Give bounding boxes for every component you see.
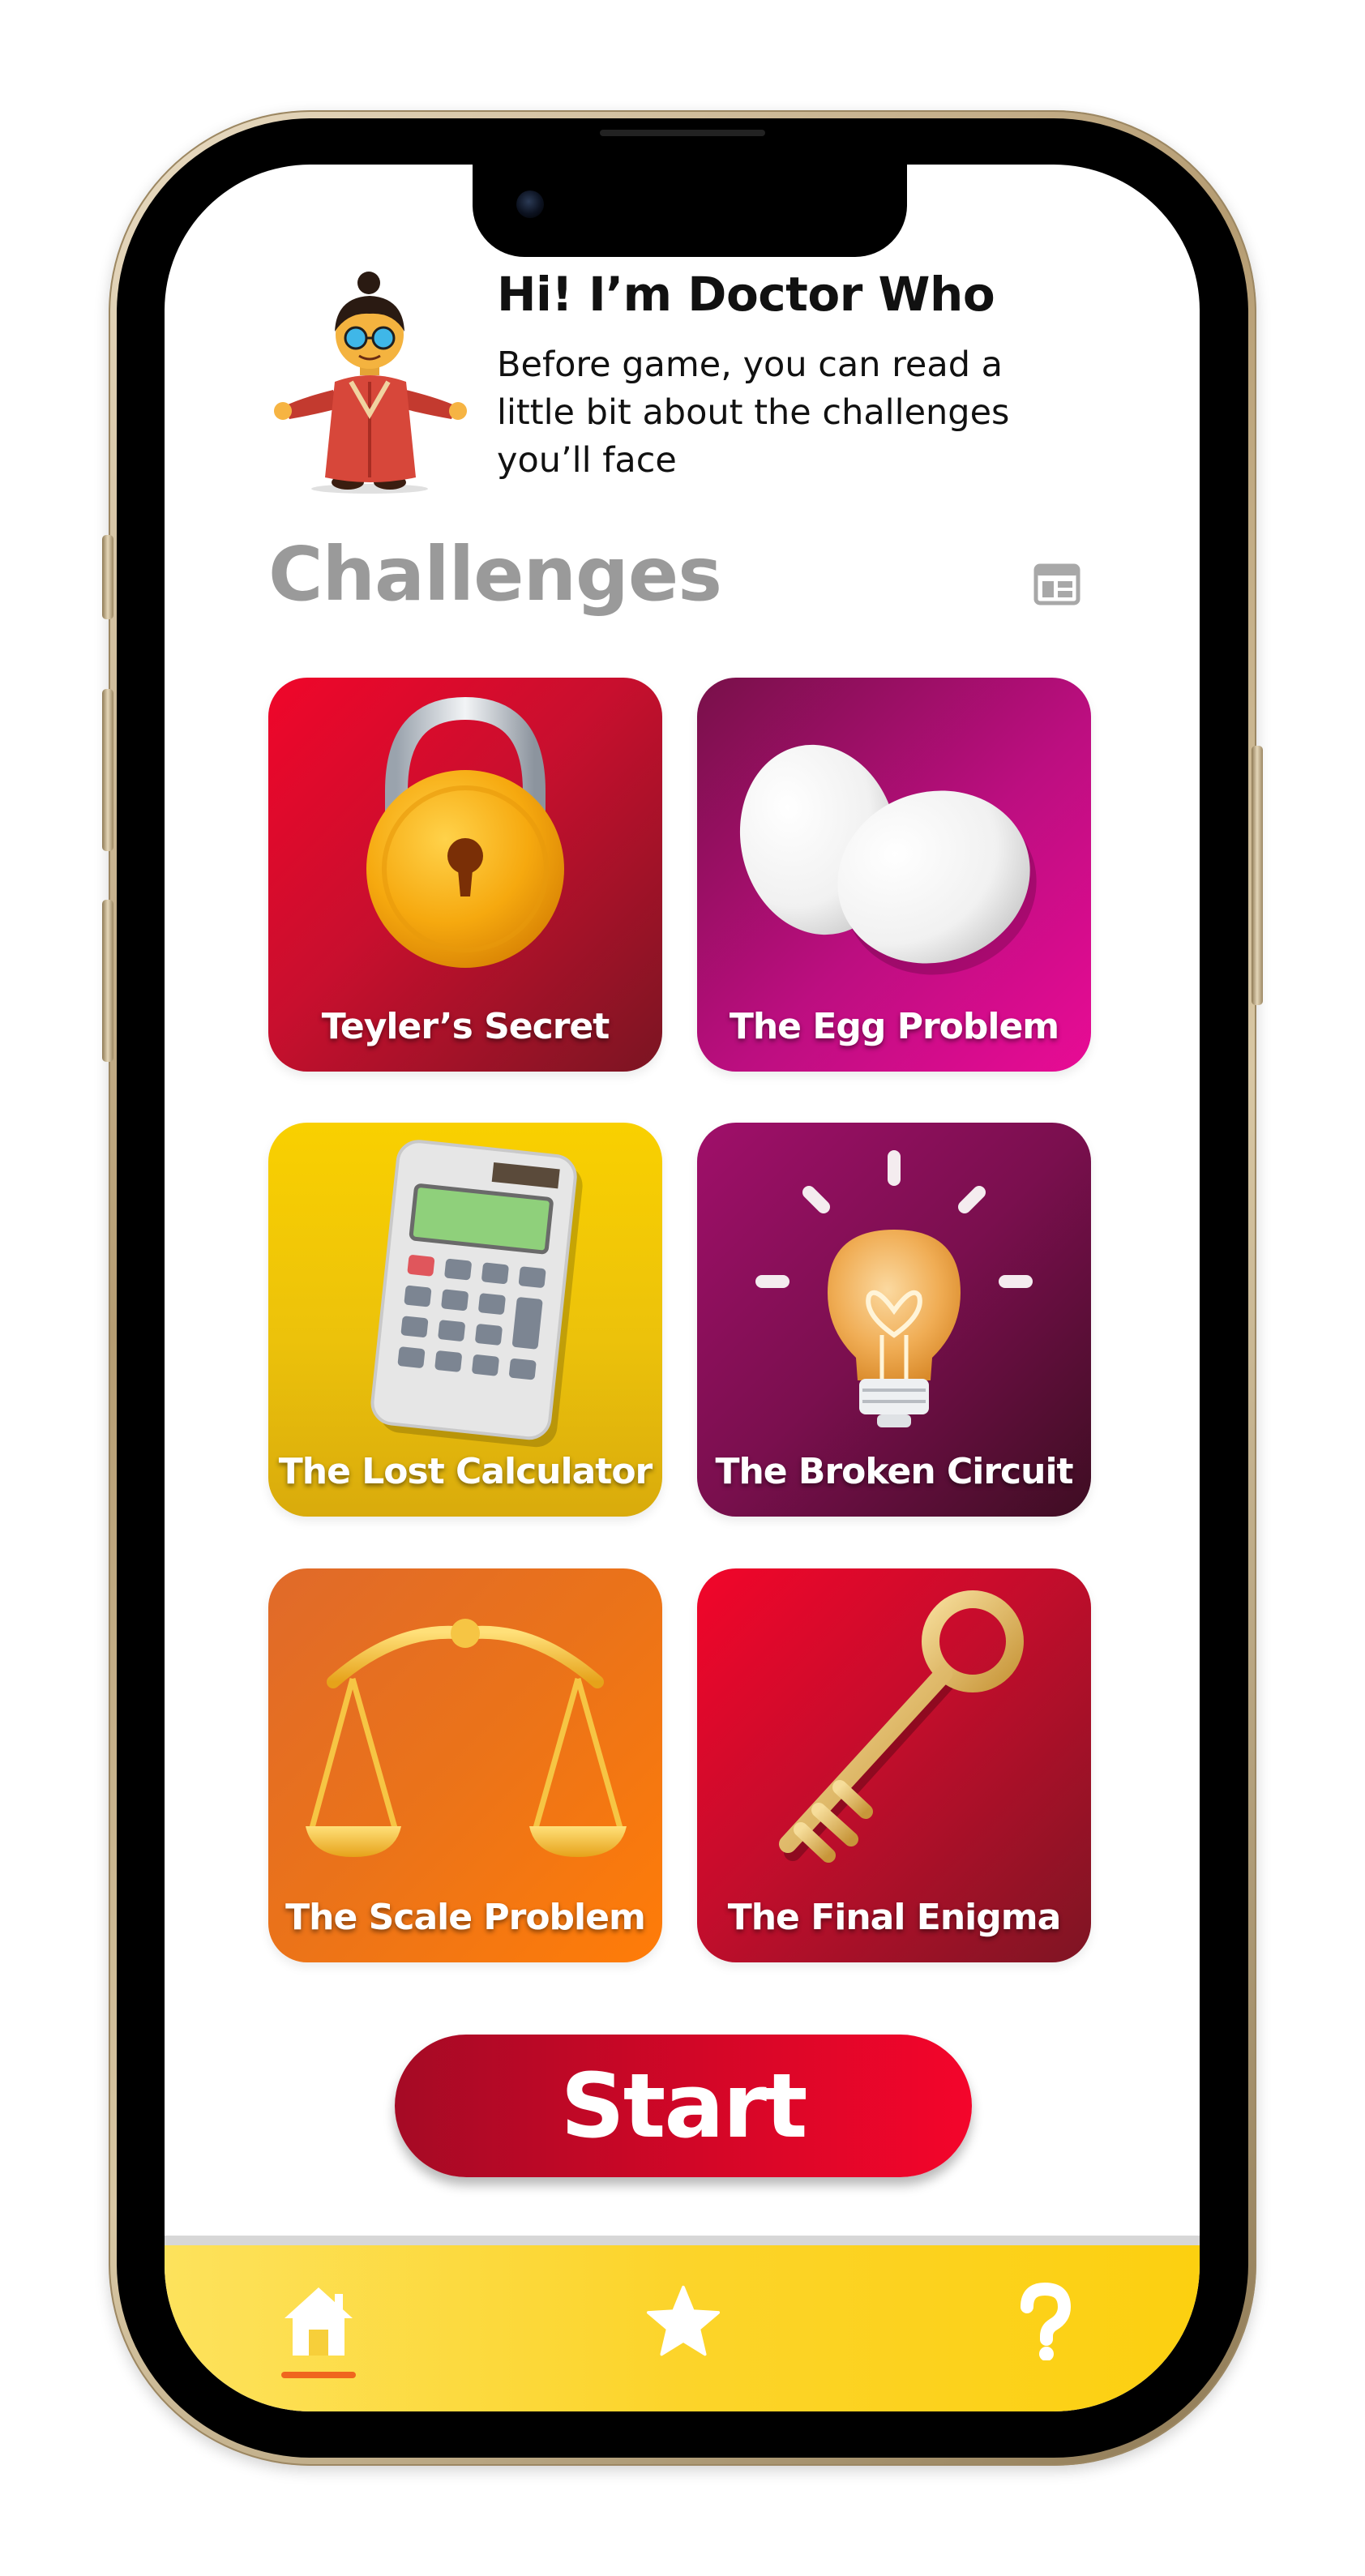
challenge-card-final-enigma[interactable]: The Final Enigma — [697, 1568, 1091, 1962]
challenge-card-broken-circuit[interactable]: The Broken Circuit — [697, 1123, 1091, 1517]
doctor-character-illustration — [274, 272, 467, 494]
greeting-description: Before game, you can read a little bit a… — [497, 341, 1113, 485]
challenge-label: The Egg Problem — [729, 1006, 1059, 1047]
side-button-volume-down — [102, 900, 113, 1062]
home-icon — [285, 2287, 353, 2356]
challenge-label: The Scale Problem — [285, 1897, 646, 1938]
bottom-tab-bar — [165, 2236, 1200, 2411]
tab-help[interactable] — [980, 2245, 1110, 2383]
side-button-mute — [102, 535, 113, 619]
challenge-card-teylers-secret[interactable]: Teyler’s Secret — [268, 678, 662, 1072]
greeting-line-3: you’ll face — [497, 440, 677, 481]
challenge-label: The Final Enigma — [727, 1897, 1062, 1938]
tab-favorites[interactable] — [618, 2245, 748, 2383]
challenge-label: The Lost Calculator — [278, 1451, 653, 1492]
earpiece-speaker — [600, 130, 765, 136]
tab-home[interactable] — [254, 2245, 383, 2383]
greeting-line-1: Before game, you can read a — [497, 344, 1003, 385]
app-screen: Hi! I’m Doctor Who Before game, you can … — [165, 165, 1200, 2411]
start-button[interactable]: Start — [395, 2035, 972, 2177]
challenge-card-egg-problem[interactable]: The Egg Problem — [697, 678, 1091, 1072]
challenge-label: The Broken Circuit — [715, 1451, 1073, 1492]
active-tab-indicator — [281, 2372, 356, 2378]
challenge-card-lost-calculator[interactable]: The Lost Calculator — [268, 1123, 662, 1517]
front-camera — [516, 190, 544, 218]
side-button-volume-up — [102, 689, 113, 851]
question-icon — [1021, 2283, 1072, 2360]
challenge-label: Teyler’s Secret — [321, 1006, 610, 1047]
section-title-challenges: Challenges — [268, 531, 722, 618]
challenge-card-scale-problem[interactable]: The Scale Problem — [268, 1568, 662, 1962]
greeting-line-2: little bit about the challenges — [497, 392, 1010, 433]
layout-grid-icon[interactable] — [1033, 563, 1080, 605]
star-icon — [646, 2285, 721, 2356]
greeting-title: Hi! I’m Doctor Who — [497, 267, 995, 322]
notch — [473, 165, 907, 257]
side-button-power — [1252, 746, 1263, 1005]
